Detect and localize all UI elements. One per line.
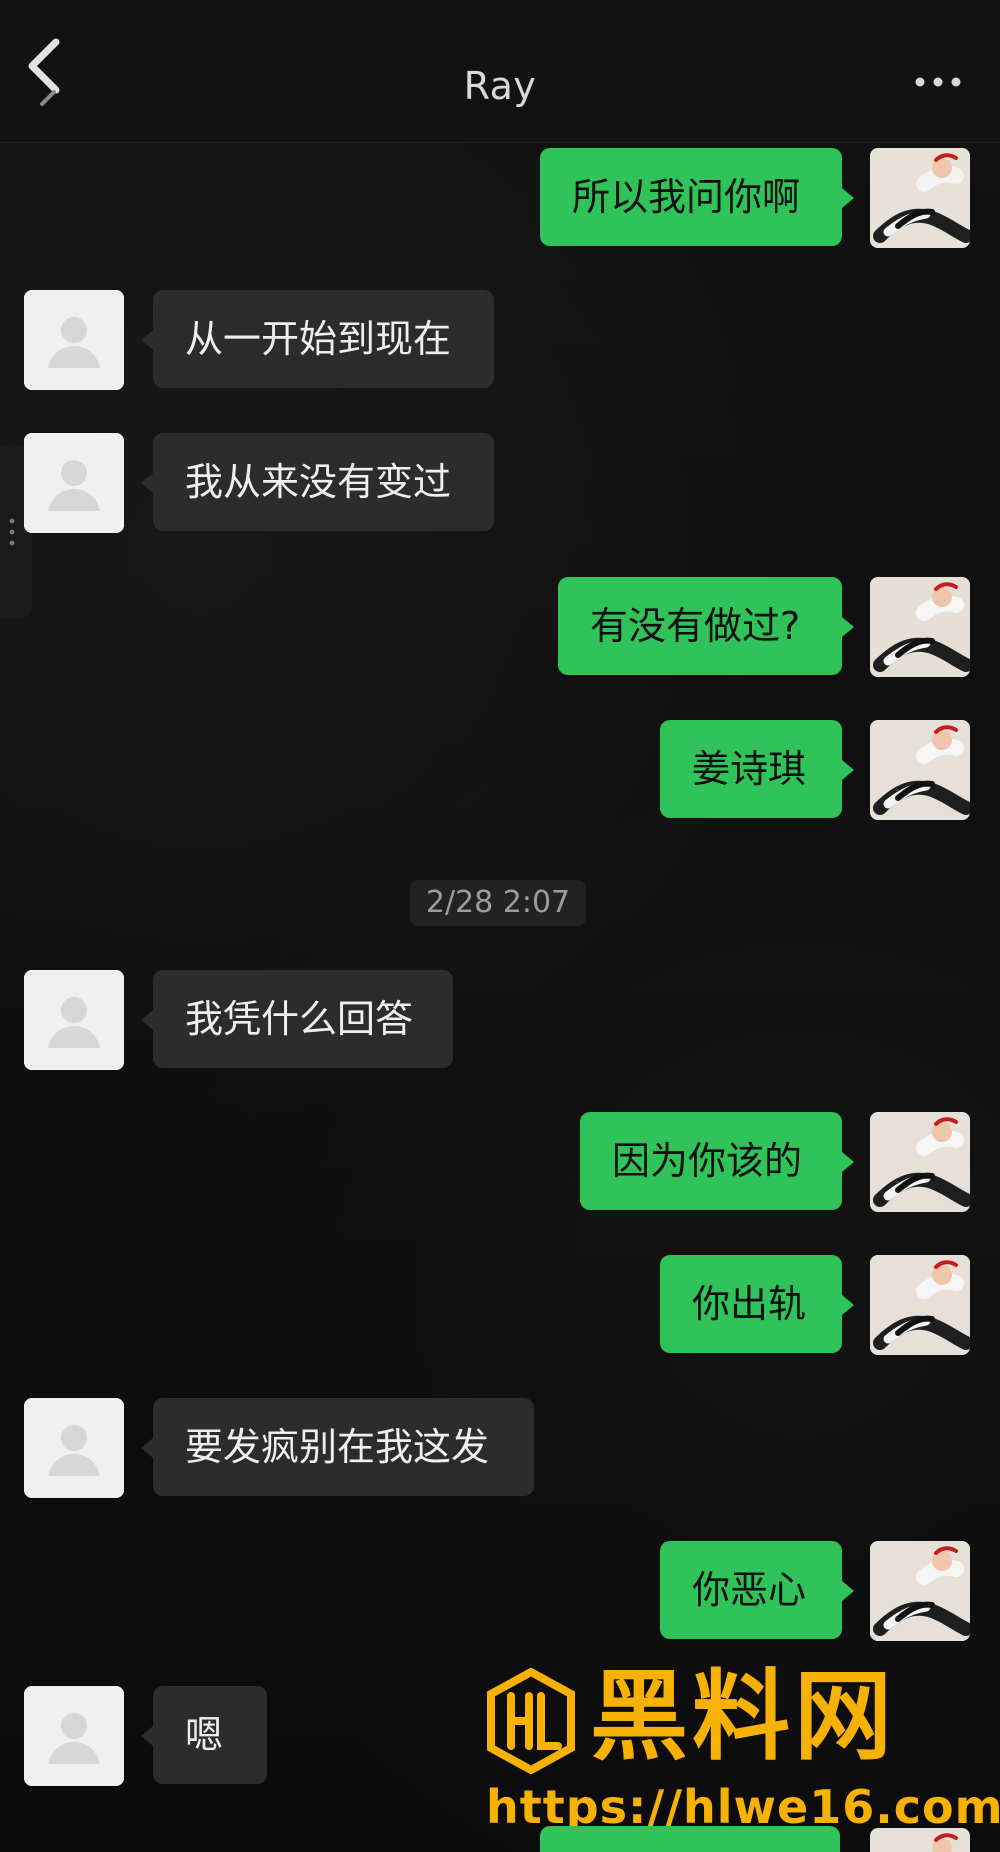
avatar[interactable] — [870, 577, 970, 677]
message-bubble[interactable]: 我凭什么回答 — [141, 970, 453, 1068]
message-bubble[interactable]: 有没有做过? — [558, 577, 854, 675]
message-bubble[interactable]: 要发疯别在我这发 — [141, 1398, 534, 1496]
more-button[interactable] — [910, 70, 966, 94]
default-user-icon — [24, 1686, 124, 1786]
avatar-image — [870, 1255, 970, 1355]
partial-message-bubble — [540, 1826, 840, 1852]
avatar-image — [870, 1541, 970, 1641]
avatar[interactable] — [870, 1112, 970, 1212]
avatar[interactable] — [24, 433, 124, 533]
message-row: 所以我问你啊 — [0, 148, 1000, 250]
top-bar: Ray — [0, 0, 1000, 143]
message-bubble[interactable]: 因为你该的 — [580, 1112, 854, 1210]
watermark-url: https://hlwe16.com — [486, 1780, 1000, 1834]
avatar[interactable] — [870, 1541, 970, 1641]
default-user-icon — [24, 1398, 124, 1498]
partial-avatar — [870, 1828, 970, 1852]
chat-screen: Ray 所以我问你啊 从一开始到现在 我从来没有变过 有没有做过? 姜诗琪 2/… — [0, 0, 1000, 1852]
avatar[interactable] — [870, 720, 970, 820]
message-row: 你出轨 — [0, 1255, 1000, 1357]
default-user-icon — [24, 433, 124, 533]
message-row: 你恶心 — [0, 1541, 1000, 1643]
avatar-image — [870, 577, 970, 677]
watermark-brand: 黑料网 — [590, 1660, 897, 1774]
message-bubble[interactable]: 从一开始到现在 — [141, 290, 494, 388]
more-icon — [915, 77, 961, 87]
avatar-image — [870, 1828, 970, 1852]
message-row: 因为你该的 — [0, 1112, 1000, 1214]
avatar[interactable] — [24, 290, 124, 390]
default-user-icon — [24, 970, 124, 1070]
avatar[interactable] — [870, 1255, 970, 1355]
message-bubble[interactable]: 姜诗琪 — [660, 720, 854, 818]
message-bubble[interactable]: 你恶心 — [660, 1541, 854, 1639]
message-bubble[interactable]: 你出轨 — [660, 1255, 854, 1353]
timestamp-label: 2/28 2:07 — [410, 880, 586, 926]
avatar-image — [870, 148, 970, 248]
message-row: 我凭什么回答 — [0, 970, 1000, 1072]
message-bubble[interactable]: 嗯 — [141, 1686, 267, 1784]
avatar[interactable] — [24, 1398, 124, 1498]
watermark-logo-icon — [487, 1668, 575, 1774]
avatar[interactable] — [24, 970, 124, 1070]
message-row: 我从来没有变过 — [0, 433, 1000, 535]
message-bubble[interactable]: 所以我问你啊 — [540, 148, 854, 246]
message-row: 有没有做过? — [0, 577, 1000, 679]
message-bubble[interactable]: 我从来没有变过 — [141, 433, 494, 531]
default-user-icon — [24, 290, 124, 390]
message-row: 要发疯别在我这发 — [0, 1398, 1000, 1500]
avatar-image — [870, 720, 970, 820]
avatar[interactable] — [870, 148, 970, 248]
avatar[interactable] — [24, 1686, 124, 1786]
avatar-image — [870, 1112, 970, 1212]
message-row: 姜诗琪 — [0, 720, 1000, 822]
message-row: 从一开始到现在 — [0, 290, 1000, 392]
chat-title: Ray — [463, 64, 537, 108]
